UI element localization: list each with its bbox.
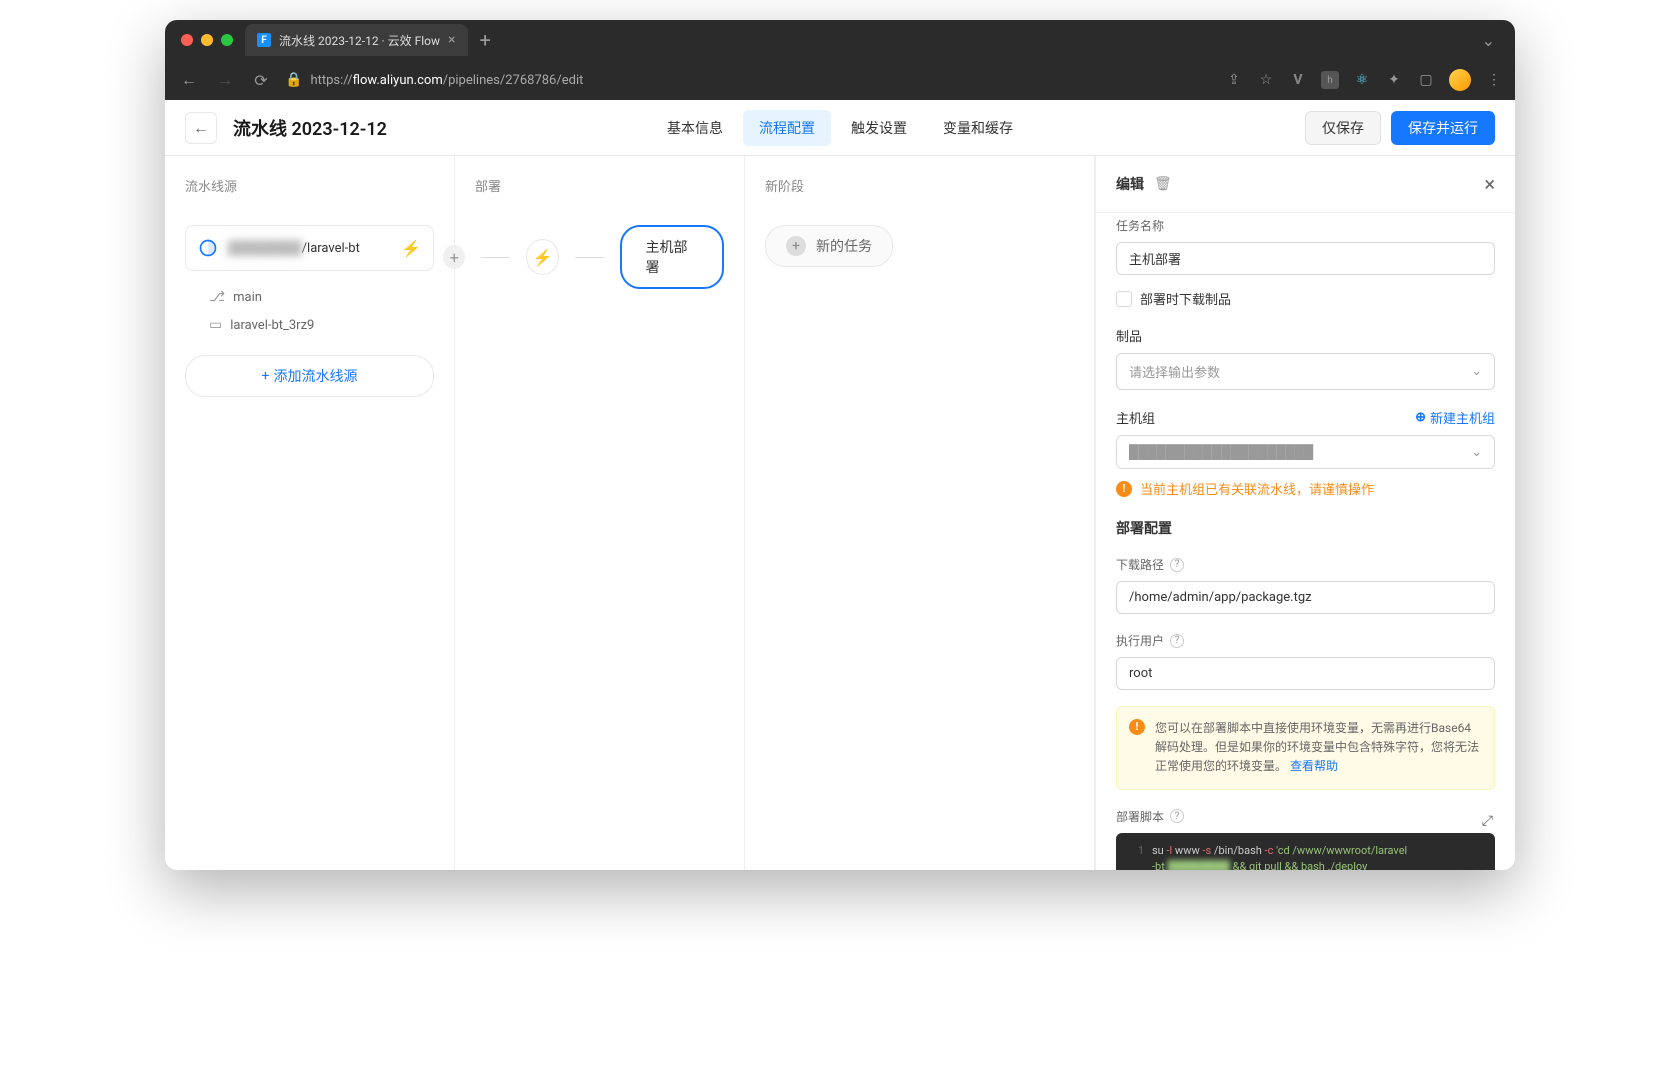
- checkbox[interactable]: [1116, 291, 1132, 307]
- source-card[interactable]: ████████/laravel-bt ⚡: [185, 225, 434, 271]
- react-ext-icon[interactable]: ⚛: [1353, 71, 1371, 89]
- expand-icon[interactable]: ⤢: [1482, 811, 1493, 832]
- panel-title: 编辑: [1116, 174, 1144, 194]
- info-box: ! 您可以在部署脚本中直接使用环境变量，无需再进行Base64解码处理。但是如果…: [1116, 706, 1495, 790]
- exec-user-input[interactable]: [1116, 657, 1495, 690]
- tab-vars[interactable]: 变量和缓存: [927, 110, 1029, 146]
- new-task-button[interactable]: + 新的任务: [765, 225, 893, 267]
- stage-trigger-icon[interactable]: ⚡: [526, 239, 560, 275]
- download-path-input[interactable]: [1116, 581, 1495, 614]
- warning-icon: !: [1116, 481, 1132, 497]
- address-bar[interactable]: 🔒 https://flow.aliyun.com/pipelines/2768…: [285, 72, 1213, 88]
- artifact-row: ▭ laravel-bt_3rz9: [209, 311, 434, 339]
- branch-name: main: [233, 290, 262, 305]
- maximize-window-button[interactable]: [221, 34, 233, 46]
- delete-icon[interactable]: 🗑: [1154, 176, 1172, 192]
- back-nav-button[interactable]: ←: [177, 70, 201, 90]
- deploy-column-title: 部署: [475, 176, 724, 195]
- hostgroup-label: 主机组 ⊕ 新建主机组: [1116, 408, 1495, 427]
- source-column-title: 流水线源: [185, 176, 434, 195]
- close-window-button[interactable]: [181, 34, 193, 46]
- source-repo-icon: [198, 238, 218, 258]
- chevron-down-icon: ⌄: [1471, 445, 1482, 460]
- url-text: https://flow.aliyun.com/pipelines/276878…: [310, 73, 583, 88]
- task-name-label: 任务名称: [1116, 217, 1495, 234]
- tab-trigger[interactable]: 触发设置: [835, 110, 923, 146]
- chevron-down-icon: ⌄: [1471, 364, 1482, 379]
- tab-overflow-icon[interactable]: ⌄: [1482, 31, 1495, 50]
- new-tab-button[interactable]: +: [480, 28, 491, 52]
- download-path-label: 下载路径 ?: [1116, 556, 1495, 573]
- add-stage-before-button[interactable]: +: [443, 245, 465, 269]
- tab-favicon: F: [257, 33, 271, 47]
- save-only-button[interactable]: 仅保存: [1305, 111, 1381, 145]
- browser-tab[interactable]: F 流水线 2023-12-12 · 云效 Flow ×: [245, 24, 468, 56]
- artifact-label: 制品: [1116, 326, 1495, 345]
- tab-basic[interactable]: 基本信息: [651, 110, 739, 146]
- exec-user-label: 执行用户 ?: [1116, 632, 1495, 649]
- profile-avatar[interactable]: [1449, 69, 1471, 91]
- newstage-column: 新阶段 + 新的任务: [745, 156, 1095, 870]
- share-icon[interactable]: ⇪: [1225, 71, 1243, 89]
- sidepanel-icon[interactable]: ▢: [1417, 71, 1435, 89]
- help-link[interactable]: 查看帮助: [1290, 759, 1338, 773]
- window-controls: [181, 34, 233, 46]
- artifact-name: laravel-bt_3rz9: [230, 318, 314, 333]
- close-panel-icon[interactable]: ×: [1484, 172, 1495, 196]
- menu-icon[interactable]: ⋮: [1485, 71, 1503, 89]
- plus-icon: +: [262, 368, 270, 384]
- tab-title: 流水线 2023-12-12 · 云效 Flow: [279, 32, 440, 49]
- minimize-window-button[interactable]: [201, 34, 213, 46]
- main-content: 流水线源 ████████/laravel-bt ⚡ ⎇ main ▭ lara…: [165, 156, 1515, 870]
- script-editor[interactable]: ⤢ 1 su -l www -s /bin/bash -c 'cd /www/w…: [1116, 833, 1495, 870]
- tab-process[interactable]: 流程配置: [743, 110, 831, 146]
- folder-icon: ▭: [209, 317, 222, 333]
- connector: [481, 257, 509, 258]
- hostgroup-warning: ! 当前主机组已有关联流水线，请谨慎操作: [1116, 479, 1495, 498]
- save-run-button[interactable]: 保存并运行: [1391, 111, 1495, 145]
- add-source-button[interactable]: + 添加流水线源: [185, 355, 434, 397]
- forward-nav-button[interactable]: →: [213, 70, 237, 90]
- connector: [575, 257, 603, 258]
- help-icon[interactable]: ?: [1170, 634, 1184, 648]
- deploy-column: 部署 + ⚡ 主机部署: [455, 156, 745, 870]
- newstage-column-title: 新阶段: [765, 176, 1074, 195]
- close-tab-icon[interactable]: ×: [448, 32, 455, 48]
- download-artifact-checkbox-row[interactable]: 部署时下载制品: [1116, 289, 1495, 308]
- stage-task-pill[interactable]: 主机部署: [620, 225, 724, 289]
- branch-icon: ⎇: [209, 289, 225, 305]
- app-header: ← 流水线 2023-12-12 基本信息 流程配置 触发设置 变量和缓存 仅保…: [165, 100, 1515, 156]
- task-name-input[interactable]: [1116, 242, 1495, 275]
- browser-chrome: F 流水线 2023-12-12 · 云效 Flow × + ⌄ ← → ⟳ 🔒…: [165, 20, 1515, 100]
- back-button[interactable]: ←: [185, 112, 217, 144]
- script-label: 部署脚本 ?: [1116, 808, 1495, 825]
- source-column: 流水线源 ████████/laravel-bt ⚡ ⎇ main ▭ lara…: [165, 156, 455, 870]
- source-repo-name: ████████/laravel-bt: [228, 240, 391, 256]
- header-tabs: 基本信息 流程配置 触发设置 变量和缓存: [651, 110, 1029, 146]
- hostgroup-select[interactable]: ████████████████████ ⌄: [1116, 435, 1495, 469]
- ext-icon-2[interactable]: h: [1321, 71, 1339, 89]
- help-icon[interactable]: ?: [1170, 809, 1184, 823]
- checkbox-label: 部署时下载制品: [1140, 289, 1231, 308]
- page-title: 流水线 2023-12-12: [233, 115, 387, 141]
- info-icon: !: [1129, 719, 1145, 735]
- edit-panel: 编辑 🗑 × 任务名称 部署时下载制品 制品 请选择输出参数 ⌄ 主机组: [1095, 156, 1515, 870]
- deploy-config-header: 部署配置: [1116, 518, 1495, 538]
- artifact-select[interactable]: 请选择输出参数 ⌄: [1116, 353, 1495, 390]
- bookmark-icon[interactable]: ☆: [1257, 71, 1275, 89]
- lock-icon: 🔒: [285, 72, 302, 88]
- branch-row: ⎇ main: [209, 283, 434, 311]
- plus-circle-icon: +: [786, 236, 806, 256]
- vue-ext-icon[interactable]: V: [1289, 71, 1307, 89]
- new-hostgroup-link[interactable]: ⊕ 新建主机组: [1415, 408, 1495, 427]
- bolt-icon[interactable]: ⚡: [401, 239, 421, 258]
- help-icon[interactable]: ?: [1170, 558, 1184, 572]
- extensions-icon[interactable]: ✦: [1385, 71, 1403, 89]
- reload-button[interactable]: ⟳: [249, 71, 273, 90]
